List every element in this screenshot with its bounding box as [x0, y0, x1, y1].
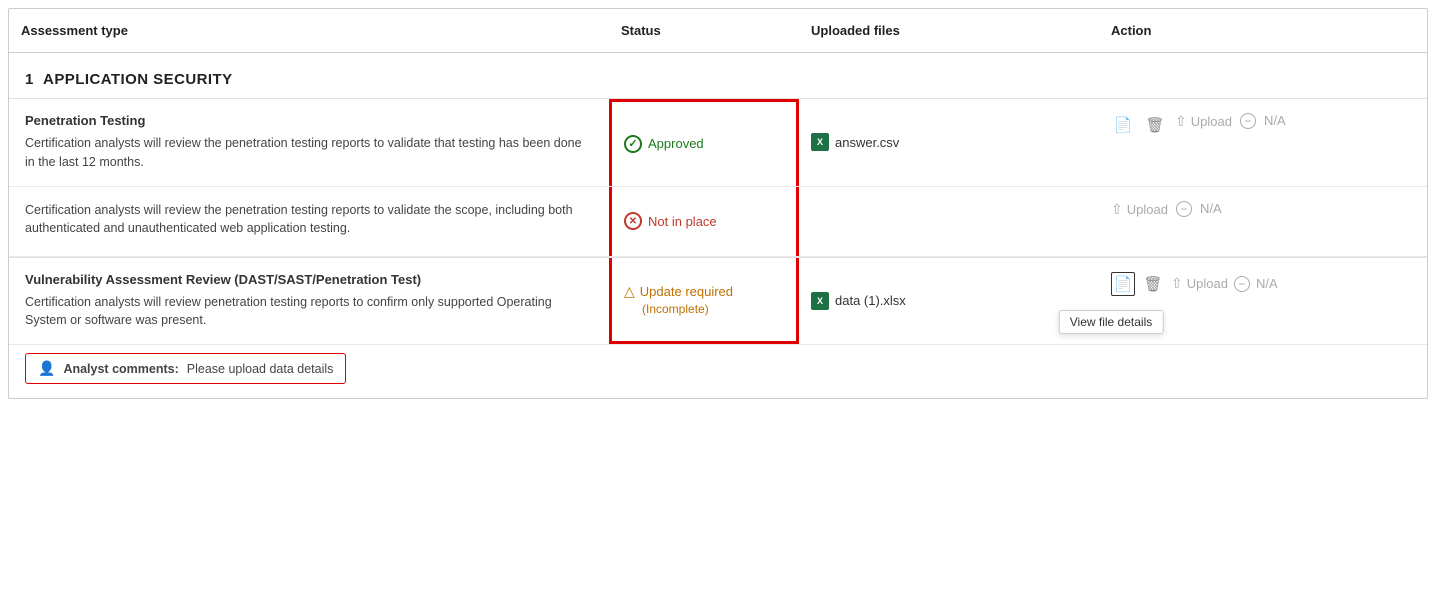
analyst-comment-box: 👤 Analyst comments: Please upload data d… [25, 353, 346, 384]
analyst-comment-text: Please upload data details [187, 362, 334, 376]
status-text-approved: Approved [648, 136, 704, 151]
status-text-not-in-place: Not in place [648, 214, 717, 229]
header-uploaded-files: Uploaded files [799, 19, 1099, 42]
upload-arrow-row2: ⇧ [1111, 201, 1123, 218]
status-cell-not-in-place: Not in place [609, 187, 799, 256]
status-cell-approved: Approved [609, 99, 799, 186]
tooltip-content: View file details [1059, 310, 1164, 334]
main-table: Assessment type Status Uploaded files Ac… [8, 8, 1428, 399]
analyst-person-icon: 👤 [38, 360, 55, 377]
section-application-security: 1 APPLICATION SECURITY Penetration Testi… [9, 53, 1427, 398]
upload-btn-row2[interactable]: ⇧ Upload [1111, 201, 1168, 218]
document-icon-row1[interactable]: 📄 [1111, 113, 1135, 137]
analyst-label: Analyst comments: [63, 362, 178, 376]
approved-icon [624, 135, 642, 153]
table-header: Assessment type Status Uploaded files Ac… [9, 9, 1427, 53]
group-penetration-testing: Penetration Testing Certification analys… [9, 98, 1427, 257]
file-name-row3: data (1).xlsx [835, 293, 906, 308]
uploaded-cell-row2 [799, 187, 1099, 256]
na-text-row1: N/A [1264, 113, 1286, 128]
table-row: Vulnerability Assessment Review (DAST/SA… [9, 258, 1427, 346]
section-title: 1 APPLICATION SECURITY [9, 53, 1427, 98]
row-label-vulnerability: Vulnerability Assessment Review (DAST/SA… [9, 258, 609, 345]
warning-icon: △ [624, 283, 635, 300]
uploaded-cell-row3: X data (1).xlsx [799, 258, 1099, 345]
action-cell-row1: 📄 🗑 ⇧ Upload N/A [1099, 99, 1427, 186]
status-subtext: (Incomplete) [642, 302, 733, 316]
action-cell-row3: 📄 🗑 ⇧ Upload N/A View file details [1099, 258, 1427, 345]
document-icon-row3-active[interactable]: 📄 [1111, 272, 1135, 296]
status-cell-update-required: △ Update required (Incomplete) [609, 258, 799, 345]
action-cell-row2: ⇧ Upload N/A [1099, 187, 1427, 256]
na-text-row3: N/A [1256, 276, 1278, 291]
not-in-place-icon [624, 212, 642, 230]
table-row: Penetration Testing Certification analys… [9, 99, 1427, 187]
header-assessment-type: Assessment type [9, 19, 609, 42]
upload-arrow-row3: ⇧ [1171, 275, 1183, 292]
file-name-row1: answer.csv [835, 135, 899, 150]
trash-icon-row3[interactable]: 🗑 [1141, 272, 1165, 296]
group-vulnerability-assessment: Vulnerability Assessment Review (DAST/SA… [9, 257, 1427, 399]
status-text-update-required: Update required [640, 284, 733, 299]
excel-icon: X [811, 133, 829, 151]
analyst-comments-row: 👤 Analyst comments: Please upload data d… [9, 345, 1427, 398]
na-icon-row1 [1240, 113, 1256, 129]
row-label-row2: Certification analysts will review the p… [9, 187, 609, 256]
trash-icon-row1[interactable]: 🗑 [1143, 113, 1167, 137]
excel-icon-row3: X [811, 292, 829, 310]
upload-btn-row1[interactable]: ⇧ Upload [1175, 113, 1232, 130]
table-row: Certification analysts will review the p… [9, 187, 1427, 257]
na-icon-row3 [1234, 276, 1250, 292]
na-text-row2: N/A [1200, 201, 1222, 216]
upload-arrow-row1: ⇧ [1175, 113, 1187, 130]
header-status: Status [609, 19, 799, 42]
header-action: Action [1099, 19, 1427, 42]
na-icon-row2 [1176, 201, 1192, 217]
upload-btn-row3[interactable]: ⇧ Upload [1171, 275, 1228, 292]
row-label-penetration-testing: Penetration Testing Certification analys… [9, 99, 609, 186]
uploaded-cell-row1: X answer.csv [799, 99, 1099, 186]
